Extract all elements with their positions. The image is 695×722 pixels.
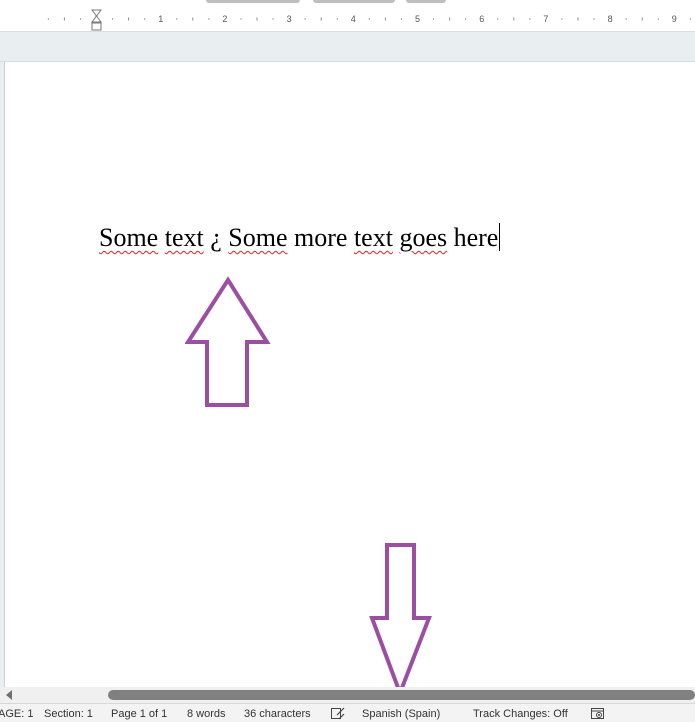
misspelled-word[interactable]: goes (399, 223, 447, 252)
misspelled-word[interactable]: Some (99, 223, 158, 252)
misspelled-word[interactable]: Some (228, 223, 287, 252)
text-segment[interactable]: here (447, 223, 499, 252)
text-segment[interactable]: more (288, 223, 354, 252)
ruler-ticks: 1 2 3 4 5 6 7 8 9 (0, 8, 691, 31)
document-text-line[interactable]: Some text ¿ Some more text goes here (99, 222, 501, 254)
ruler-number: 1 (158, 14, 163, 24)
ruler-number: 7 (543, 14, 548, 24)
up-arrow-annotation (185, 276, 271, 407)
horizontal-scrollbar[interactable] (0, 687, 695, 703)
text-cursor (499, 223, 501, 251)
ruler-number: 8 (608, 14, 613, 24)
word-count-indicator[interactable]: 8 words (187, 708, 226, 721)
toolbar-strip (0, 0, 695, 8)
ruler-margin-area (0, 32, 695, 62)
page-count-indicator[interactable]: Page 1 of 1 (111, 708, 167, 721)
misspelled-word[interactable]: ¿ (210, 223, 222, 252)
horizontal-ruler[interactable]: 1 2 3 4 5 6 7 8 9 (0, 8, 695, 32)
language-indicator[interactable]: Spanish (Spain) (362, 708, 440, 721)
word-window: 1 2 3 4 5 6 7 8 9 Some text ¿ Some more text goe… (0, 0, 695, 722)
macro-record-icon[interactable] (590, 707, 606, 720)
ruler-number: 4 (351, 14, 356, 24)
ruler-number: 2 (222, 14, 227, 24)
section-indicator[interactable]: Section: 1 (44, 708, 93, 721)
ruler-number: 6 (479, 14, 484, 24)
toolbar-button[interactable] (206, 0, 300, 3)
document-page[interactable]: Some text ¿ Some more text goes here (4, 62, 695, 698)
status-bar: AGE: 1 Section: 1 Page 1 of 1 8 words 36… (0, 703, 695, 722)
page-number-field[interactable]: AGE: 1 (0, 708, 33, 721)
scroll-left-icon[interactable] (6, 690, 12, 700)
misspelled-word[interactable]: text (354, 223, 393, 252)
proofing-icon[interactable] (330, 707, 346, 720)
toolbar-button[interactable] (406, 0, 446, 3)
character-count-indicator[interactable]: 36 characters (244, 708, 311, 721)
misspelled-word[interactable]: text (165, 223, 204, 252)
ruler-number: 3 (287, 14, 292, 24)
ruler-number: 5 (415, 14, 420, 24)
down-arrow-annotation (369, 543, 432, 698)
toolbar-button[interactable] (313, 0, 395, 3)
scrollbar-thumb[interactable] (108, 690, 695, 700)
ruler-number: 9 (672, 14, 677, 24)
track-changes-indicator[interactable]: Track Changes: Off (473, 708, 568, 721)
